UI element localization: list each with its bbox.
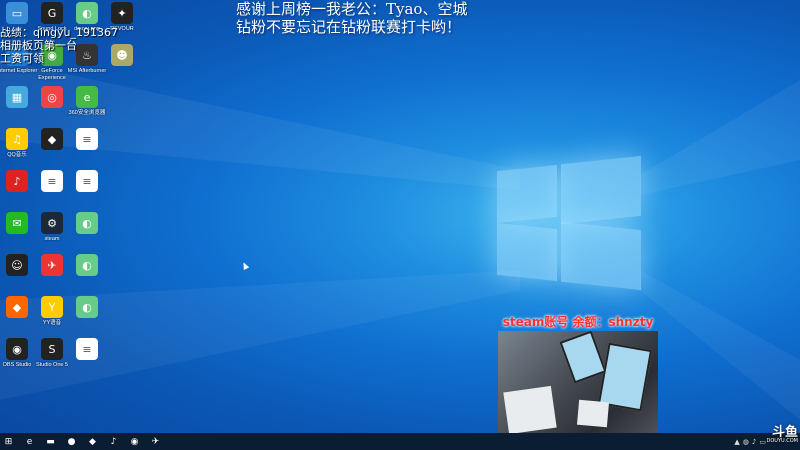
mouse-cursor xyxy=(240,261,250,270)
taskbar-record-icon[interactable]: ◉ xyxy=(126,433,143,450)
taskbar-chat-icon[interactable]: ● xyxy=(63,433,80,450)
desktop-icon[interactable]: ♫ QQ音乐 xyxy=(0,128,34,159)
desktop-icon[interactable]: ☺ xyxy=(0,254,34,278)
photo-icon: ◐ xyxy=(76,254,98,276)
desktop-icon[interactable]: ◎ xyxy=(35,86,69,110)
steam-banner: steam账号 余额：shnzty xyxy=(502,315,654,329)
desktop-icon[interactable]: ◐ xyxy=(70,212,104,236)
document-icon: ≡ xyxy=(76,338,98,360)
chrome-icon: ◎ xyxy=(41,86,63,108)
desktop-icon[interactable]: Y YY语音 xyxy=(35,296,69,327)
stream-overlay-left: 战绩：qingyu_191367 相册板页第一台 工资可领 xyxy=(0,26,118,65)
bird-icon: ✈ xyxy=(41,254,63,276)
windows-logo xyxy=(497,155,644,292)
taskbar-file-explorer-icon[interactable]: ▬ xyxy=(42,433,59,450)
overlay-line-2: 钻粉不要忘记在钻粉联赛打卡哟！ xyxy=(236,18,462,36)
photo-icon: ◐ xyxy=(76,212,98,234)
desktop-icon[interactable]: ≡ xyxy=(70,338,104,362)
desktop-icon[interactable]: S Studio One 5 xyxy=(35,338,69,369)
desktop-icon-label: Studio One 5 xyxy=(35,362,69,368)
desktop-icon[interactable]: ◐ xyxy=(70,296,104,320)
overlay-left-line-2: 相册板页第一台 xyxy=(0,39,77,52)
devour-icon: ✦ xyxy=(111,2,133,24)
desktop-icon[interactable]: ◉ OBS Studio xyxy=(0,338,34,369)
taskbar-edge-icon[interactable]: e xyxy=(21,433,38,450)
taskbar-app-icon[interactable]: ◆ xyxy=(84,433,101,450)
desktop-icon-label: 360安全浏览器 xyxy=(68,110,106,116)
douyu-watermark: 斗鱼 DOUYU.COM xyxy=(766,426,799,444)
photo-icon: ◐ xyxy=(76,2,98,24)
document-icon: ≡ xyxy=(76,128,98,150)
document-icon: ≡ xyxy=(41,170,63,192)
desktop-icon[interactable]: ≡ xyxy=(70,128,104,152)
desktop[interactable]: ▭ G Sound Lock ◐ douyu.png ✦ DEVOUR e Internet E… xyxy=(0,0,800,433)
computer-icon: ▭ xyxy=(6,2,28,24)
desktop-icon[interactable]: ◐ xyxy=(70,254,104,278)
desktop-icon-label: MSI Afterburner xyxy=(67,68,107,74)
desktop-icon[interactable]: e 360安全浏览器 xyxy=(69,86,105,117)
tray-notification-icon[interactable]: ▭ xyxy=(759,438,766,446)
qqmusic-icon: ♫ xyxy=(6,128,28,150)
desktop-icon[interactable]: ✉ xyxy=(0,212,34,236)
overlay-line-1: 感谢上周榜一我老公：Tyao、空城 xyxy=(236,0,468,18)
taskbar-tool-icon[interactable]: ✈ xyxy=(147,433,164,450)
wechat-icon: ✉ xyxy=(6,212,28,234)
studio-icon: S xyxy=(41,338,63,360)
taskbar-icons: ⊞ e ▬ ● ◆ ♪ ◉ ✈ xyxy=(0,433,168,450)
desktop-icon[interactable]: ⚙ steam xyxy=(35,212,69,243)
desktop-icon[interactable]: ◆ xyxy=(0,296,34,320)
taskbar-netease-icon[interactable]: ♪ xyxy=(105,433,122,450)
tray-chevron-icon[interactable]: ▲ xyxy=(734,438,739,446)
taskbar: ⊞ e ▬ ● ◆ ♪ ◉ ✈ ▲ ◍ ♪ ▭ xyxy=(0,433,800,450)
document-icon: ≡ xyxy=(76,170,98,192)
obs-icon: ◉ xyxy=(6,338,28,360)
desktop-icon[interactable]: ▦ xyxy=(0,86,34,110)
stream-overlay-text: 感谢上周榜一我老公：Tyao、空城 钻粉不要忘记在钻粉联赛打卡哟！ xyxy=(236,0,467,36)
system-tray[interactable]: ▲ ◍ ♪ ▭ xyxy=(734,433,766,450)
douyu-sub-text: DOUYU.COM xyxy=(766,438,799,444)
yy-icon: Y xyxy=(41,296,63,318)
desktop-icon-label: YY语音 xyxy=(42,320,62,326)
tray-network-icon[interactable]: ◍ xyxy=(743,438,749,446)
app-icon: ◆ xyxy=(41,128,63,150)
desktop-icon-label: QQ音乐 xyxy=(7,152,27,158)
desktop-icon[interactable]: ✈ xyxy=(35,254,69,278)
steam-icon: ⚙ xyxy=(41,212,63,234)
overlay-left-line-3: 工资可领 xyxy=(0,52,44,65)
logitech-icon: G xyxy=(41,2,63,24)
tray-volume-icon[interactable]: ♪ xyxy=(752,438,756,446)
overlay-left-line-1: 战绩：qingyu_191367 xyxy=(0,26,118,39)
desktop-icon[interactable]: ◆ xyxy=(35,128,69,152)
desktop-icon-label: steam xyxy=(44,236,60,242)
netease-icon: ♪ xyxy=(6,170,28,192)
taskbar-windows-start-icon[interactable]: ⊞ xyxy=(0,433,17,450)
app-icon: ◆ xyxy=(6,296,28,318)
desktop-icon[interactable]: ≡ xyxy=(70,170,104,194)
desktop-icon[interactable]: ▭ xyxy=(0,2,34,26)
photo-icon: ◐ xyxy=(76,296,98,318)
desktop-icon[interactable]: ≡ xyxy=(35,170,69,194)
desktop-icon[interactable]: ♪ xyxy=(0,170,34,194)
qq-icon: ☺ xyxy=(6,254,28,276)
image-icon: ▦ xyxy=(6,86,28,108)
browser360-icon: e xyxy=(76,86,98,108)
